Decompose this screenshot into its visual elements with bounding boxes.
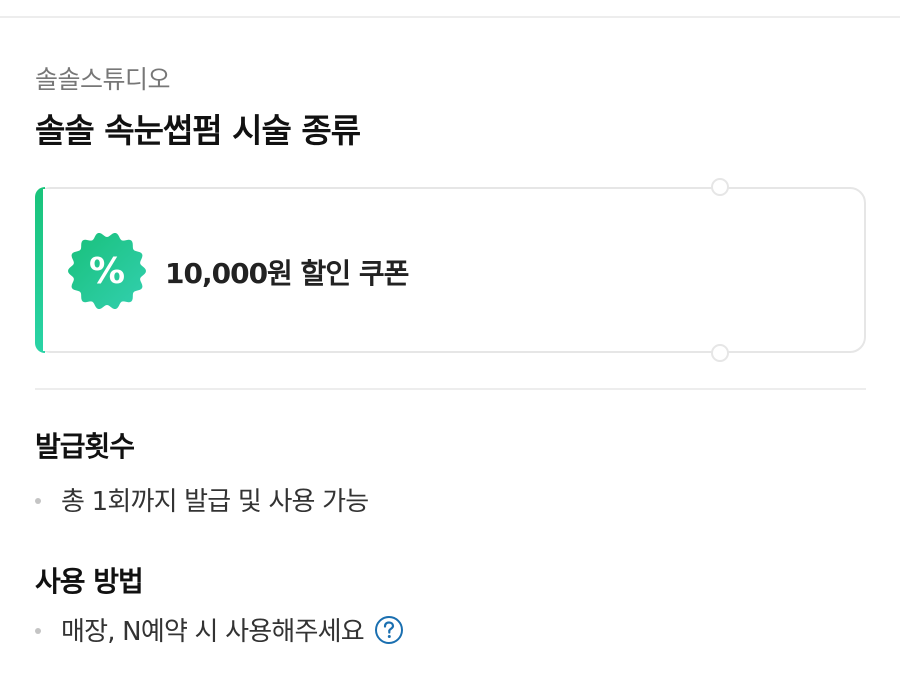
bullet-dot xyxy=(35,627,41,634)
product-title: 솔솔 속눈썹펌 시술 종류 xyxy=(35,111,361,150)
question-circle-icon[interactable] xyxy=(374,615,404,645)
issuance-heading: 발급횟수 xyxy=(35,430,135,463)
coupon-detail-page: 솔솔스튜디오 솔솔 속눈썹펌 시술 종류 % 10,000원 할인 쿠폰 발급횟… xyxy=(0,0,900,677)
bullet-dot xyxy=(35,497,41,504)
coupon-notch-bottom xyxy=(711,344,729,362)
top-divider xyxy=(0,16,900,18)
percent-symbol: % xyxy=(89,251,125,292)
usage-detail-item: 매장, N예약 시 사용해주세요 xyxy=(35,611,404,648)
usage-detail-text: 매장, N예약 시 사용해주세요 xyxy=(61,617,365,647)
store-name: 솔솔스튜디오 xyxy=(35,65,171,94)
issuance-detail-text: 총 1회까지 발급 및 사용 가능 xyxy=(61,487,369,517)
coupon-label: 10,000원 할인 쿠폰 xyxy=(165,257,409,290)
percent-badge-icon: % xyxy=(68,232,146,310)
coupon-notch-top xyxy=(711,178,729,196)
section-divider xyxy=(35,388,866,390)
coupon-card[interactable]: % 10,000원 할인 쿠폰 xyxy=(35,175,866,365)
issuance-detail-item: 총 1회까지 발급 및 사용 가능 xyxy=(35,481,369,518)
coupon-accent-mask xyxy=(43,189,49,351)
usage-heading: 사용 방법 xyxy=(35,565,144,598)
